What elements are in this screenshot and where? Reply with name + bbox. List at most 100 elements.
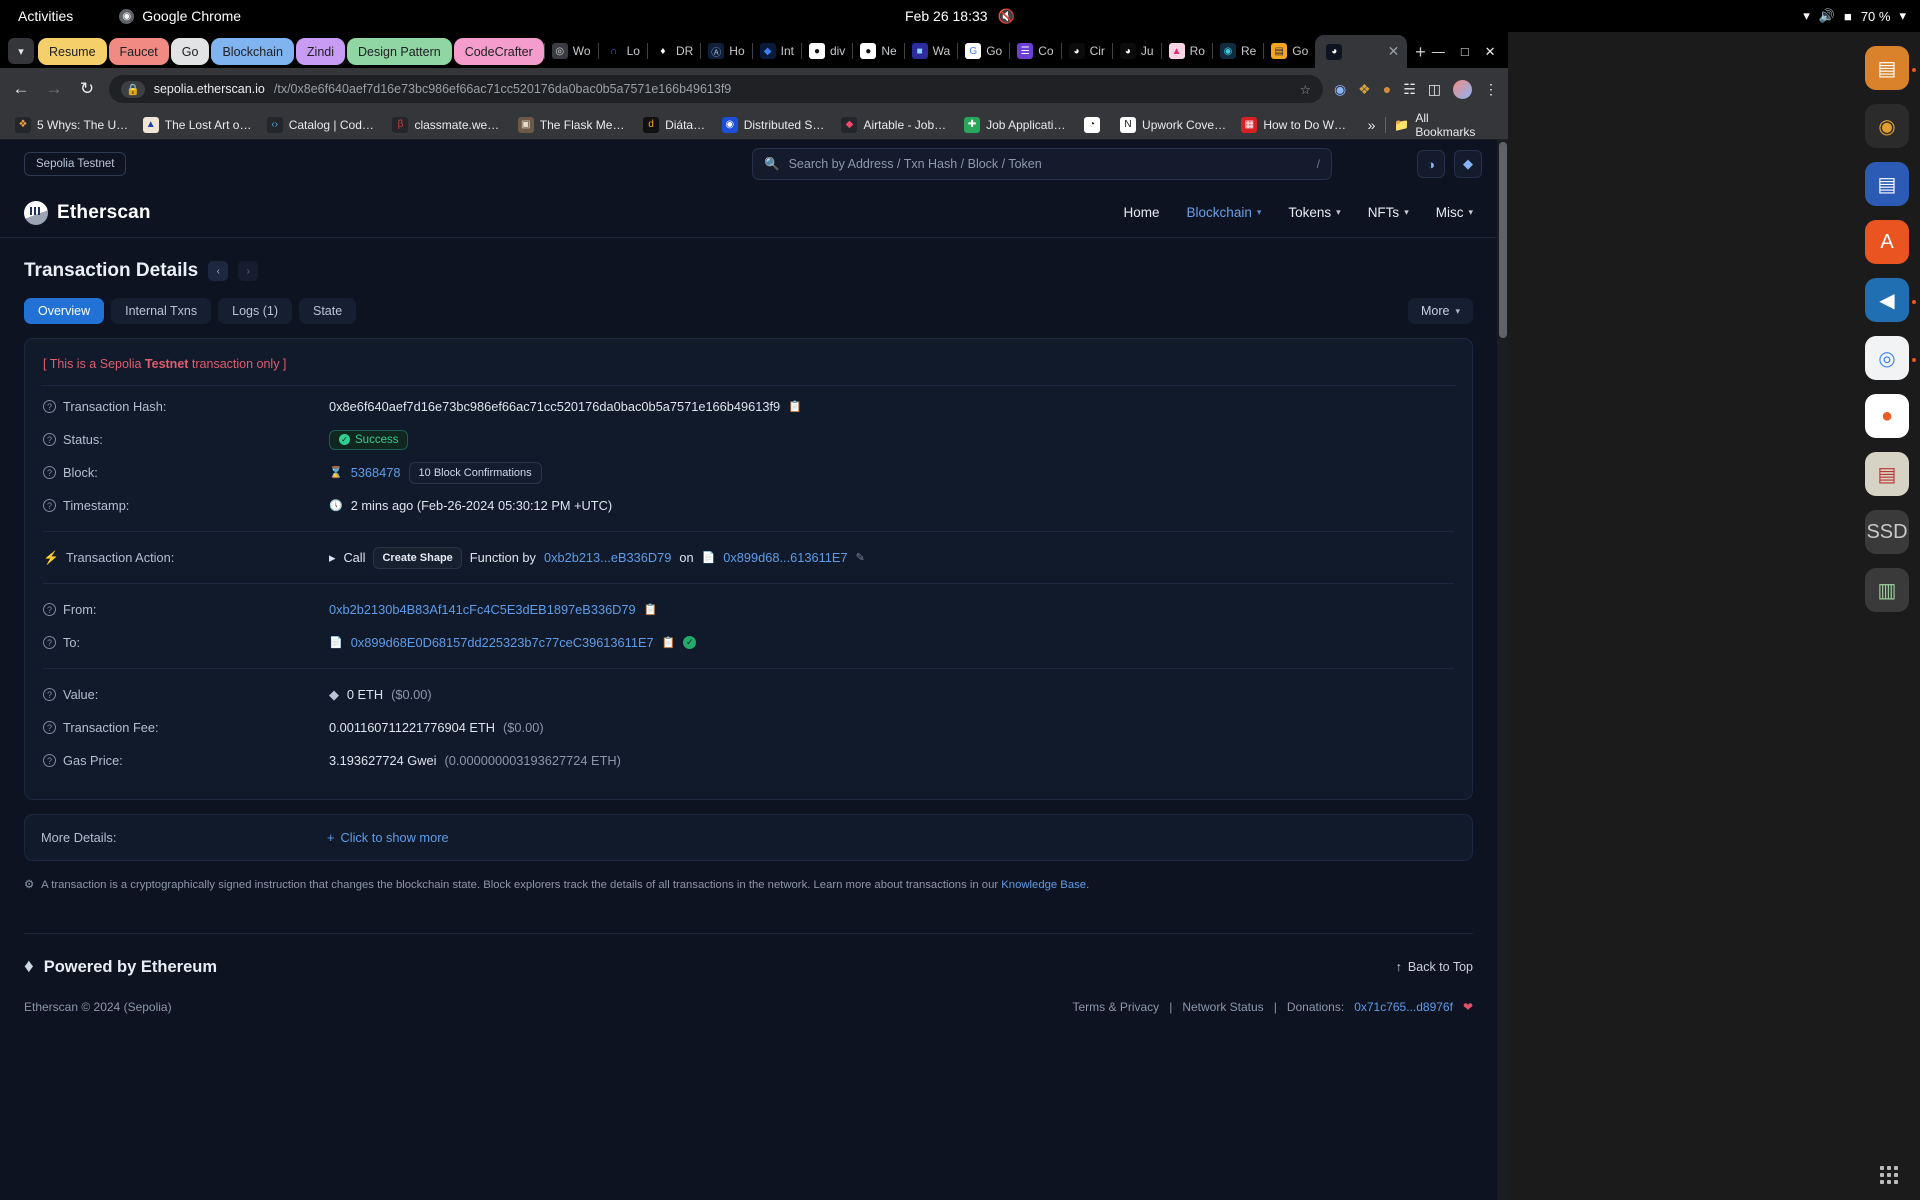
all-bookmarks-button[interactable]: 📁 All Bookmarks xyxy=(1386,111,1500,139)
nav-item-misc[interactable]: Misc ▾ xyxy=(1436,205,1473,220)
click-to-show-more-button[interactable]: + Click to show more xyxy=(327,830,449,845)
network-badge[interactable]: Sepolia Testnet xyxy=(24,152,127,176)
help-icon[interactable]: ? xyxy=(43,688,56,701)
browser-tab[interactable]: ◕ Ju xyxy=(1113,36,1161,66)
pinned-tab[interactable]: CodeCrafter xyxy=(453,38,544,65)
postman-icon[interactable]: ● xyxy=(1865,394,1909,438)
browser-tab[interactable]: ● div xyxy=(802,36,852,66)
active-tab[interactable]: ◕ ✕ xyxy=(1315,35,1408,68)
browser-tab[interactable]: ♦ DR xyxy=(648,36,700,66)
new-tab-button[interactable]: + xyxy=(1415,42,1426,63)
bookmark-item[interactable]: ◉ Distributed Sy... xyxy=(715,116,835,133)
profile-avatar[interactable] xyxy=(1453,79,1472,99)
bookmark-item[interactable]: N Upwork Cover... xyxy=(1113,116,1234,133)
etherscan-logo[interactable]: Etherscan xyxy=(24,200,151,225)
help-icon[interactable]: ? xyxy=(43,721,56,734)
help-icon[interactable]: ? xyxy=(43,754,56,767)
previous-transaction-button[interactable]: ‹ xyxy=(208,261,229,281)
system-status-area[interactable]: ▾ 🔊 ■ 70 % ▾ xyxy=(1803,8,1906,24)
help-icon[interactable]: ? xyxy=(43,400,56,413)
browser-tab[interactable]: ∩ Lo xyxy=(599,36,647,66)
browser-tab[interactable]: ◉ Re xyxy=(1213,36,1263,66)
back-icon[interactable]: ← xyxy=(10,79,32,99)
nav-item-blockchain[interactable]: Blockchain ▾ xyxy=(1187,205,1262,220)
next-transaction-button[interactable]: › xyxy=(238,261,259,281)
help-icon[interactable]: ? xyxy=(43,466,56,479)
pinned-tab[interactable]: Zindi xyxy=(295,38,345,65)
bookmark-item[interactable]: ‹› Catalog | Code... xyxy=(260,116,386,133)
bookmark-item[interactable]: ❖ 5 Whys: The Ul... xyxy=(8,116,136,133)
copy-icon[interactable]: 📋 xyxy=(644,603,658,616)
vscode-icon[interactable]: ◀ xyxy=(1865,278,1916,322)
terms-privacy-link[interactable]: Terms & Privacy xyxy=(1073,1000,1160,1014)
activities-button[interactable]: Activities xyxy=(18,8,73,24)
extensions-puzzle-icon[interactable]: ☵ xyxy=(1403,81,1416,98)
bookmark-item[interactable]: ▦ How to Do Wh... xyxy=(1234,116,1357,133)
tab-logs-1[interactable]: Logs (1) xyxy=(218,298,292,324)
bookmark-item[interactable]: ◆ Airtable - Jobs... xyxy=(834,116,957,133)
page-scrollbar[interactable] xyxy=(1497,140,1508,1200)
nav-item-nfts[interactable]: NFTs ▾ xyxy=(1368,205,1409,220)
eth-price-icon[interactable]: ◆ xyxy=(1454,150,1482,178)
tab-overview[interactable]: Overview xyxy=(24,298,105,324)
pinned-tab[interactable]: Resume xyxy=(38,38,107,65)
bookmark-item[interactable]: ◔ xyxy=(1077,116,1113,133)
back-to-top-button[interactable]: ↑ Back to Top xyxy=(1396,960,1473,974)
bookmark-item[interactable]: ▲ The Lost Art of... xyxy=(136,116,260,133)
browser-tab[interactable]: Ⓐ Ho xyxy=(701,36,751,66)
more-dropdown-button[interactable]: More ▾ xyxy=(1407,298,1473,324)
pinned-tab[interactable]: Go xyxy=(170,38,210,65)
to-address-link[interactable]: 0x899d68E0D68157dd225323b7c77ceC39613611… xyxy=(351,635,654,650)
theme-toggle-icon[interactable]: ◑ xyxy=(1417,150,1445,178)
bookmark-item[interactable]: ▣ The Flask Meg... xyxy=(511,116,636,133)
donations-address-link[interactable]: 0x71c765...d8976f xyxy=(1354,1000,1453,1014)
browser-tab[interactable]: ◆ Int xyxy=(753,36,801,66)
browser-tab[interactable]: ◕ Cir xyxy=(1062,36,1112,66)
pdf-reader-icon[interactable]: ▤ xyxy=(1865,452,1909,496)
nav-item-tokens[interactable]: Tokens ▾ xyxy=(1288,205,1340,220)
browser-tab[interactable]: G Go xyxy=(958,36,1009,66)
show-applications-icon[interactable] xyxy=(1880,1166,1898,1184)
pinned-tab[interactable]: Design Pattern xyxy=(347,38,452,65)
tab-state[interactable]: State xyxy=(298,298,357,324)
chrome-menu-icon[interactable]: ⋮ xyxy=(1484,81,1498,98)
action-to-link[interactable]: 0x899d68...613611E7 xyxy=(723,550,847,565)
tab-internal-txns[interactable]: Internal Txns xyxy=(111,298,212,324)
search-input[interactable]: 🔍 Search by Address / Txn Hash / Block /… xyxy=(752,148,1332,180)
bookmark-item[interactable]: d Diátaxis xyxy=(636,116,715,133)
ssd-drive-icon[interactable]: SSD xyxy=(1865,510,1909,554)
network-status-link[interactable]: Network Status xyxy=(1182,1000,1263,1014)
help-icon[interactable]: ? xyxy=(43,603,56,616)
help-icon[interactable]: ? xyxy=(43,433,56,446)
help-icon[interactable]: ? xyxy=(43,636,56,649)
maximize-button[interactable]: □ xyxy=(1461,44,1469,60)
help-icon[interactable]: ? xyxy=(43,499,56,512)
bookmark-item[interactable]: ✚ Job Applicatio... xyxy=(957,116,1077,133)
browser-tab[interactable]: ▲ Ro xyxy=(1162,36,1212,66)
chrome-icon[interactable]: ◎ xyxy=(1865,336,1916,380)
address-bar[interactable]: 🔒 sepolia.etherscan.io/tx/0x8e6f640aef7d… xyxy=(109,75,1323,103)
lock-icon[interactable]: 🔒 xyxy=(121,80,145,98)
forward-icon[interactable]: → xyxy=(43,79,65,99)
trash-icon[interactable]: ▥ xyxy=(1865,568,1909,612)
expand-caret-icon[interactable]: ▸ xyxy=(329,550,335,566)
browser-tab[interactable]: ◎ Wo xyxy=(545,36,598,66)
minimize-button[interactable]: — xyxy=(1432,44,1445,60)
extension-grammarly-icon[interactable]: ◉ xyxy=(1334,81,1346,98)
browser-tab[interactable]: ● Ne xyxy=(853,36,903,66)
copy-icon[interactable]: 📋 xyxy=(788,400,802,413)
browser-tab[interactable]: ☰ Co xyxy=(1010,36,1060,66)
files-icon[interactable]: ▤ xyxy=(1865,46,1916,90)
active-app-indicator[interactable]: ◉ Google Chrome xyxy=(119,8,241,24)
knowledge-base-link[interactable]: Knowledge Base xyxy=(1001,879,1086,891)
pinned-tab[interactable]: Blockchain xyxy=(211,38,294,65)
scrollbar-thumb[interactable] xyxy=(1499,142,1507,338)
bookmark-item[interactable]: β classmate.web... xyxy=(385,116,510,133)
copy-icon[interactable]: 📋 xyxy=(662,636,676,649)
tab-search-chevron-down-icon[interactable]: ▾ xyxy=(8,38,34,64)
extension-pocket-icon[interactable]: ● xyxy=(1383,81,1391,97)
browser-tab[interactable]: ■ Wa xyxy=(905,36,958,66)
pinned-tab[interactable]: Faucet xyxy=(108,38,169,65)
close-icon[interactable]: ✕ xyxy=(1388,43,1400,60)
edit-pencil-icon[interactable]: ✎ xyxy=(856,551,865,564)
